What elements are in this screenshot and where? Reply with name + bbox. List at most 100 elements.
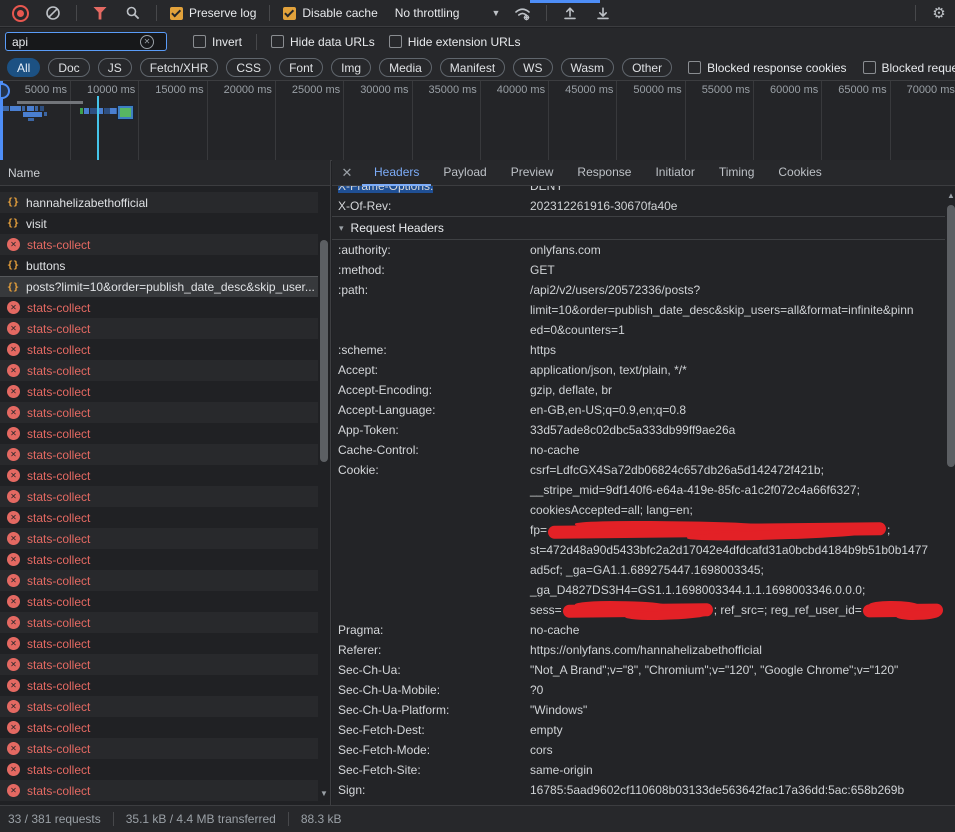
request-row[interactable]: ✕stats-collect xyxy=(0,675,318,696)
header-row: Sec-Fetch-Site:same-origin xyxy=(332,760,945,780)
type-filter-wasm[interactable]: Wasm xyxy=(561,58,615,77)
error-icon: ✕ xyxy=(7,322,20,335)
type-filter-js[interactable]: JS xyxy=(98,58,132,77)
request-row[interactable]: ✕stats-collect xyxy=(0,507,318,528)
request-row[interactable]: {}hannahelizabethofficial xyxy=(0,192,318,213)
error-icon: ✕ xyxy=(7,301,20,314)
request-row[interactable]: ✕stats-collect xyxy=(0,633,318,654)
type-filter-all[interactable]: All xyxy=(7,58,40,77)
header-row: Sec-Ch-Ua-Mobile:?0 xyxy=(332,680,945,700)
type-filter-css[interactable]: CSS xyxy=(226,58,271,77)
request-row[interactable]: {}visit xyxy=(0,213,318,234)
header-name: Sec-Ch-Ua: xyxy=(338,660,530,680)
request-row[interactable]: ✕stats-collect xyxy=(0,591,318,612)
preserve-log-checkbox[interactable]: Preserve log xyxy=(170,6,256,20)
tab-preview[interactable]: Preview xyxy=(499,160,566,186)
header-name: :path: xyxy=(338,280,530,340)
tab-payload[interactable]: Payload xyxy=(431,160,498,186)
request-row[interactable]: ✕stats-collect xyxy=(0,738,318,759)
blocked-response-cookies-checkbox[interactable]: Blocked response cookies xyxy=(688,61,846,75)
request-list-scrollbar[interactable]: ▲ ▼ xyxy=(318,160,330,805)
search-icon[interactable] xyxy=(123,3,143,23)
header-row: :path:/api2/v2/users/20572336/posts?limi… xyxy=(332,280,945,340)
request-row[interactable]: ✕stats-collect xyxy=(0,570,318,591)
tab-timing[interactable]: Timing xyxy=(707,160,767,186)
request-row[interactable]: ✕stats-collect xyxy=(0,402,318,423)
request-row[interactable]: ✕stats-collect xyxy=(0,360,318,381)
request-row[interactable]: ✕stats-collect xyxy=(0,423,318,444)
request-row[interactable]: ✕ stats-collect xyxy=(0,612,318,633)
type-filter-font[interactable]: Font xyxy=(279,58,323,77)
settings-gear-icon[interactable]: ⚙ xyxy=(929,3,949,23)
timeline-tick-label: 25000 ms xyxy=(265,84,340,96)
clear-icon[interactable] xyxy=(43,3,63,23)
type-filter-manifest[interactable]: Manifest xyxy=(440,58,505,77)
throttling-select[interactable]: No throttling ▼ xyxy=(395,6,501,20)
type-filter-doc[interactable]: Doc xyxy=(48,58,89,77)
timeline-overview[interactable]: 5000 ms10000 ms15000 ms20000 ms25000 ms3… xyxy=(0,81,955,161)
import-har-icon[interactable] xyxy=(560,3,580,23)
request-row[interactable]: ✕stats-collect xyxy=(0,486,318,507)
type-filter-img[interactable]: Img xyxy=(331,58,371,77)
request-row[interactable]: ✕stats-collect xyxy=(0,339,318,360)
filter-icon[interactable] xyxy=(90,3,110,23)
record-icon[interactable] xyxy=(10,3,30,23)
request-row[interactable]: ✕stats-collect xyxy=(0,297,318,318)
hide-extension-urls-checkbox[interactable]: Hide extension URLs xyxy=(389,35,521,49)
request-row[interactable]: {}buttons xyxy=(0,255,318,276)
toolbar-divider xyxy=(156,5,157,21)
request-name: buttons xyxy=(26,259,65,273)
request-headers-section[interactable]: ▾Request Headers xyxy=(332,216,945,240)
scrollbar-thumb[interactable] xyxy=(947,205,955,467)
request-row[interactable]: ✕stats-collect xyxy=(0,234,318,255)
request-row[interactable]: ✕stats-collect xyxy=(0,444,318,465)
fetch-icon: {} xyxy=(7,186,19,187)
invert-checkbox[interactable]: Invert xyxy=(193,35,242,49)
type-filter-other[interactable]: Other xyxy=(622,58,672,77)
tab-response[interactable]: Response xyxy=(565,160,643,186)
header-name-text: X-Frame-Options: xyxy=(338,186,433,193)
request-row[interactable]: ✕stats-collect xyxy=(0,381,318,402)
header-value: en-GB,en-US;q=0.9,en;q=0.8 xyxy=(530,400,686,420)
hide-data-urls-checkbox[interactable]: Hide data URLs xyxy=(271,35,375,49)
tab-cookies[interactable]: Cookies xyxy=(766,160,833,186)
throttling-value: No throttling xyxy=(395,6,460,20)
request-name: stats-collect xyxy=(27,574,90,588)
request-row[interactable]: ✕stats-collect xyxy=(0,759,318,780)
toolbar-divider xyxy=(76,5,77,21)
type-filter-fetch-xhr[interactable]: Fetch/XHR xyxy=(140,58,219,77)
request-row[interactable]: ✕stats-collect xyxy=(0,318,318,339)
scroll-up-icon[interactable]: ▲ xyxy=(945,190,955,202)
request-row[interactable]: ✕stats-collect xyxy=(0,654,318,675)
close-icon[interactable]: ✕ xyxy=(332,165,362,181)
error-icon: ✕ xyxy=(7,616,20,629)
request-row[interactable]: {}posts?limit=10&order=publish_date_desc… xyxy=(0,276,318,297)
type-filter-ws[interactable]: WS xyxy=(513,58,552,77)
header-name: Sec-Fetch-Site: xyxy=(338,760,530,780)
tab-initiator[interactable]: Initiator xyxy=(643,160,706,186)
details-scrollbar[interactable]: ▲ ▼ xyxy=(945,186,955,832)
waterfall-bar xyxy=(2,106,9,111)
type-filter-media[interactable]: Media xyxy=(379,58,432,77)
request-row[interactable]: ✕stats-collect xyxy=(0,528,318,549)
clear-filter-icon[interactable]: ✕ xyxy=(140,35,154,49)
scrollbar-thumb[interactable] xyxy=(320,240,328,462)
scroll-down-icon[interactable]: ▼ xyxy=(318,788,330,800)
error-icon: ✕ xyxy=(7,784,20,797)
request-row[interactable]: ✕stats-collect xyxy=(0,696,318,717)
toolbar-divider xyxy=(546,5,547,21)
request-row[interactable]: ✕stats-collect xyxy=(0,717,318,738)
export-har-icon[interactable] xyxy=(593,3,613,23)
request-row[interactable]: ✕stats-collect xyxy=(0,549,318,570)
header-value: csrf=LdfcGX4Sa72db06824c657db26a5d142472… xyxy=(530,460,944,620)
filter-input[interactable] xyxy=(6,35,140,49)
tab-headers[interactable]: Headers xyxy=(362,160,431,186)
header-value: 16785:5aad9602cf110608b03133de563642fac1… xyxy=(530,780,904,800)
blocked-requests-checkbox[interactable]: Blocked requests xyxy=(863,61,955,75)
request-row[interactable]: ✕stats-collect xyxy=(0,465,318,486)
name-column-header[interactable]: Name xyxy=(0,160,330,186)
disable-cache-checkbox[interactable]: Disable cache xyxy=(283,6,377,20)
request-name: stats-collect xyxy=(27,616,90,630)
request-row[interactable]: ✕stats-collect xyxy=(0,780,318,801)
network-conditions-icon[interactable] xyxy=(513,3,533,23)
